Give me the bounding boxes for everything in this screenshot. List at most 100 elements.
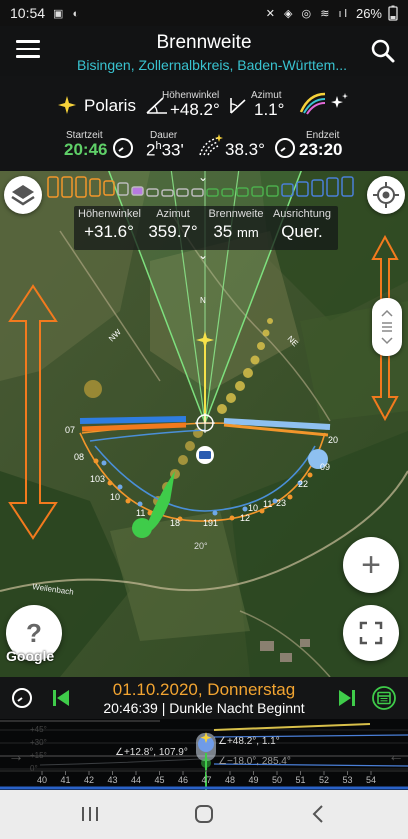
chevron-down-icon[interactable]: ⌄ [198, 170, 208, 184]
azimuth-value: 1.1° [254, 100, 285, 119]
start-time-value: 20:46 [64, 140, 108, 159]
skip-forward-icon[interactable] [338, 689, 356, 707]
hour-label: 11 [263, 499, 272, 509]
tick-label: 46 [178, 775, 188, 785]
focal-number: 35 [213, 222, 233, 241]
side-drawer-handle[interactable] [372, 298, 402, 356]
menu-button[interactable] [16, 40, 40, 60]
tick-label: 44 [131, 775, 141, 785]
google-logo: Google [6, 648, 55, 664]
elevation-timeline[interactable]: +45° +30° +15° 0° ∠+48.2°, 1.1° ∠+12.8°,… [0, 719, 408, 790]
hour-label: 10 [248, 503, 258, 513]
current-time-value: 20:46:39 [103, 700, 158, 716]
azimuth-icon [230, 98, 246, 114]
readout-focal-label: Brennweite [208, 208, 264, 220]
sun-position-label: ∠+48.2°, 1.1° [218, 736, 280, 747]
locate-button[interactable] [367, 176, 405, 214]
readout-elevation-label: Höhenwinkel [78, 208, 141, 220]
tick-label: 47 [201, 775, 211, 785]
milkyway-icon[interactable] [299, 90, 349, 116]
location-subtitle[interactable]: Bisingen, Zollernalbkreis, Baden-Württem… [60, 57, 364, 73]
hour-label: 10 [110, 492, 120, 502]
back-button[interactable] [298, 802, 338, 826]
hour-label: 22 [298, 479, 308, 489]
tick-label: 45 [154, 775, 164, 785]
time-scrubber[interactable]: +45° +30° +15° 0° ∠+48.2°, 1.1° ∠+12.8°,… [0, 719, 408, 790]
battery-level: 26% [355, 5, 382, 21]
duration-value: 2h33' [146, 140, 184, 161]
tick-label: 41 [60, 775, 70, 785]
arrow-left-icon[interactable]: → [8, 748, 24, 765]
deg-label: +15° [30, 751, 47, 760]
tick-label: 43 [107, 775, 117, 785]
tick-label: 52 [319, 775, 329, 785]
help-icon: ? [26, 617, 42, 648]
readout-elevation: Höhenwinkel +31.6° [78, 208, 141, 242]
readout-orientation-label: Ausrichtung [272, 208, 332, 220]
recents-icon [82, 807, 98, 821]
tick-label: 53 [342, 775, 352, 785]
search-icon[interactable] [370, 38, 396, 64]
readout-azimuth-label: Azimut [156, 208, 190, 220]
startrail-icon [199, 134, 223, 156]
hour-label: 20 [328, 435, 338, 445]
layers-button[interactable] [4, 176, 42, 214]
readout-focal-value: 35 mm [206, 222, 266, 242]
menu-icon-line [16, 47, 40, 50]
readout-azimuth: Azimut 359.7° [144, 208, 202, 242]
tick-label: 42 [84, 775, 94, 785]
hour-label: 09 [320, 462, 330, 472]
plus-icon: + [361, 545, 381, 584]
calendar-icon[interactable] [372, 686, 396, 710]
tick-label: 51 [295, 775, 305, 785]
star-icon [58, 96, 76, 114]
crosshair-icon [373, 182, 399, 208]
status-bar: 10:54 ▣ ◐ ✕ ◈ ◎ ≋ ıl 26% [0, 0, 408, 26]
trail-value: 38.3° [225, 140, 265, 159]
home-button[interactable] [184, 802, 224, 826]
readout-orientation: Ausrichtung Quer. [270, 208, 334, 242]
elevation-value: +48.2° [170, 100, 220, 119]
menu-icon-line [16, 55, 40, 58]
clock-end-icon [275, 138, 295, 158]
add-button[interactable]: + [343, 537, 399, 593]
duration-minutes: 33' [161, 140, 184, 160]
camera-readout[interactable]: Höhenwinkel +31.6° Azimut 359.7° Brennwe… [74, 206, 338, 250]
fullscreen-button[interactable] [343, 605, 399, 661]
fullscreen-icon [359, 621, 383, 645]
layers-icon [11, 185, 35, 206]
moon-rise-label: ∠+12.8°, 107.9° [115, 747, 188, 758]
notification-icons: ▣ ◐ [53, 7, 83, 20]
hour-label: 23 [276, 498, 286, 508]
date-bar: 01.10.2020, Donnerstag 20:46:39 | Dunkle… [0, 677, 408, 719]
app-header: Brennweite Bisingen, Zollernalbkreis, Ba… [0, 26, 408, 76]
readout-azimuth-value: 359.7° [148, 222, 198, 241]
home-icon [195, 805, 213, 823]
deg-label: 0° [30, 764, 38, 773]
hour-label: 11 [136, 508, 145, 518]
horizon-label: 20° [194, 541, 208, 551]
clock-icon [113, 138, 133, 158]
hour-label: 18 [170, 518, 180, 528]
hour-label: 12 [240, 513, 250, 523]
recents-button[interactable] [70, 802, 110, 826]
end-time-value: 23:20 [299, 140, 343, 159]
compass-n: N [200, 296, 206, 305]
chevron-down-icon[interactable]: ⌄ [198, 248, 208, 262]
tick-label: 50 [272, 775, 282, 785]
back-icon [312, 805, 323, 823]
moon-set-label: ∠−18.0°, 285.4° [218, 756, 291, 767]
menu-icon [16, 40, 40, 43]
readout-focal: Brennweite 35 mm [206, 208, 266, 242]
arrow-right-icon[interactable]: ← [388, 748, 404, 765]
page-title: Brennweite [156, 32, 252, 53]
focal-unit: mm [236, 225, 259, 240]
hour-label: 08 [74, 452, 84, 462]
status-time: 10:54 [10, 5, 46, 21]
hour-label: 191 [203, 518, 218, 528]
deg-label: +30° [30, 738, 47, 747]
status-right: ✕ ◈ ◎ ≋ ıl 26% [266, 5, 398, 21]
hour-label: 07 [65, 425, 75, 435]
object-name[interactable]: Polaris [84, 96, 136, 116]
android-nav-bar [0, 790, 408, 839]
